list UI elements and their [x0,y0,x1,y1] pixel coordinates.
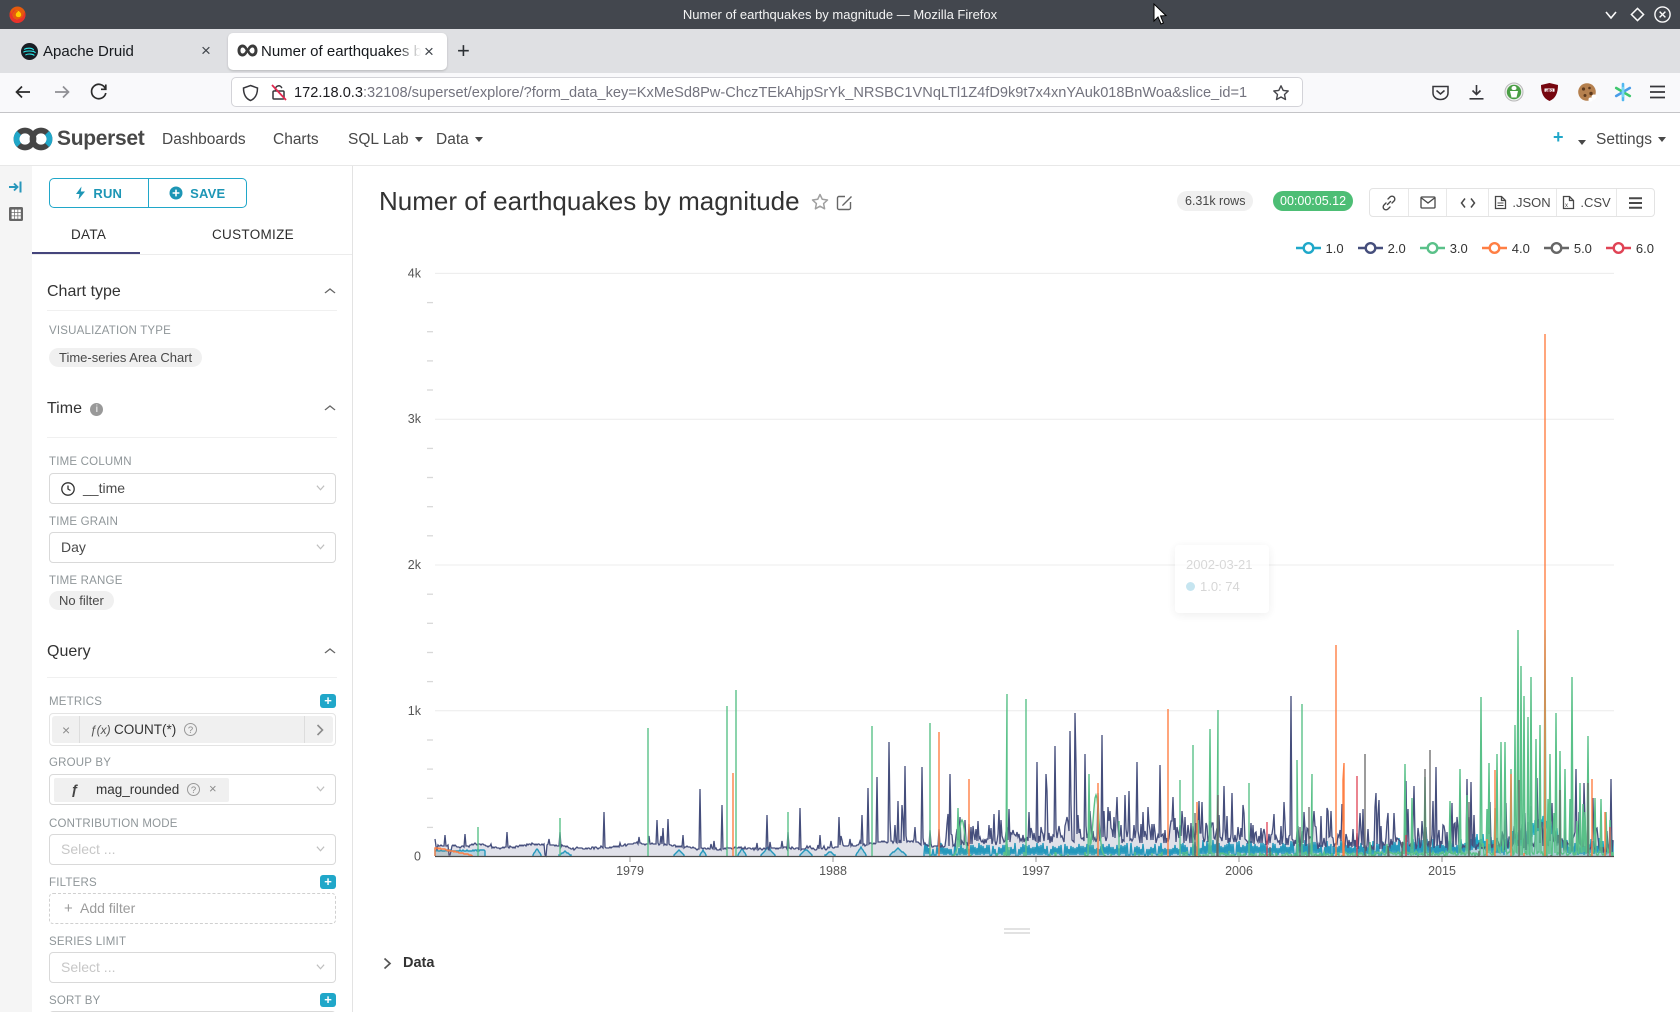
svg-text:2015: 2015 [1428,864,1456,878]
svg-text:uBO: uBO [1546,88,1554,92]
svg-text:4k: 4k [408,266,422,280]
svg-text:3k: 3k [408,412,422,426]
svg-text:1k: 1k [408,704,422,718]
svg-text:1979: 1979 [616,864,644,878]
svg-text:1997: 1997 [1022,864,1050,878]
svg-text:2k: 2k [408,558,422,572]
svg-text:2006: 2006 [1225,864,1253,878]
svg-text:1988: 1988 [819,864,847,878]
svg-text:0: 0 [414,850,421,864]
